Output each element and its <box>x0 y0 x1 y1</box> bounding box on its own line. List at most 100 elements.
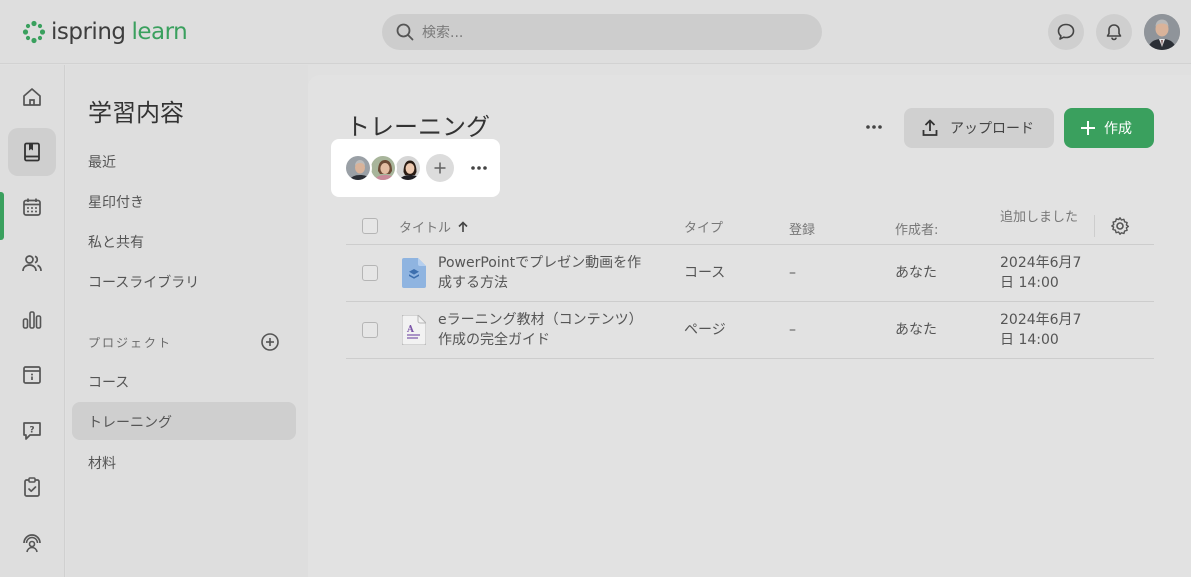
content-nav: 学習内容 最近 星印付き 私と共有 コースライブラリ プロジェクト コース トレ… <box>66 65 308 577</box>
upload-icon <box>922 119 938 136</box>
search-placeholder: 検索... <box>422 25 464 41</box>
page-icon: A <box>402 315 426 345</box>
rail-reports[interactable] <box>8 296 56 344</box>
svg-text:A: A <box>406 325 415 335</box>
chart-icon <box>22 311 42 329</box>
nav-item-materials[interactable]: 材料 <box>88 453 116 473</box>
svg-text:?: ? <box>29 426 34 436</box>
project-members-panel <box>331 139 500 197</box>
bell-icon <box>1106 24 1122 41</box>
logo-mark-icon <box>22 20 46 44</box>
course-icon <box>402 258 426 288</box>
row-added-line1: 2024年6月7 <box>1000 255 1082 271</box>
rail-learning-content[interactable] <box>8 128 56 176</box>
add-project-button[interactable] <box>260 332 280 352</box>
gear-icon <box>1111 217 1130 235</box>
row-checkbox[interactable] <box>362 265 378 281</box>
nav-item-starred[interactable]: 星印付き <box>88 192 144 212</box>
main-content: トレーニング アップロード 作成 タイトル タイプ 登録 作成者: 追加しました… <box>308 75 1191 577</box>
row-title-line1: PowerPointでプレゼン動画を作 <box>438 255 642 271</box>
table-row[interactable]: A eラーニング教材（コンテンツ） 作成の完全ガイド ページ – あなた 202… <box>346 302 1154 359</box>
book-icon <box>24 142 40 162</box>
row-added: 2024年6月7 日 14:00 <box>1000 310 1081 350</box>
column-enrolled[interactable]: 登録 <box>789 219 815 238</box>
row-title[interactable]: PowerPointでプレゼン動画を作 成する方法 <box>438 253 641 293</box>
user-photo-icon <box>1144 14 1180 50</box>
table-settings-button[interactable] <box>1110 216 1130 236</box>
chat-icon <box>1057 23 1075 40</box>
row-type: コース <box>684 265 726 281</box>
logo-text-ispring: ispring <box>51 19 126 45</box>
select-all-checkbox[interactable] <box>362 218 378 234</box>
column-author[interactable]: 作成者: <box>895 219 938 238</box>
page-more-button[interactable] <box>860 115 888 139</box>
app-logo[interactable]: ispring learn <box>22 18 188 46</box>
row-added: 2024年6月7 日 14:00 <box>1000 253 1081 293</box>
row-enrolled: – <box>789 322 796 338</box>
rail-calendar[interactable] <box>8 183 56 231</box>
nav-section-projects: プロジェクト <box>88 336 173 350</box>
top-header: ispring learn 検索... <box>0 0 1191 64</box>
member-avatar-3[interactable] <box>394 154 422 182</box>
nav-item-courses[interactable]: コース <box>88 372 129 392</box>
rail-active-indicator <box>0 192 4 240</box>
info-icon <box>23 366 41 384</box>
clipboard-icon <box>24 477 40 497</box>
row-type: ページ <box>684 322 726 338</box>
add-member-button[interactable] <box>426 154 454 182</box>
member-avatar-2[interactable] <box>369 154 397 182</box>
support-icon <box>23 534 41 553</box>
sort-ascending-icon <box>458 220 468 232</box>
user-avatar[interactable] <box>1144 14 1180 50</box>
chat-button[interactable] <box>1048 14 1084 50</box>
icon-rail: ? <box>0 65 65 577</box>
row-author: あなた <box>895 265 937 281</box>
member-photo-icon <box>346 156 370 180</box>
row-added-line2: 日 14:00 <box>1000 332 1059 348</box>
nav-item-recent[interactable]: 最近 <box>88 152 116 172</box>
notifications-button[interactable] <box>1096 14 1132 50</box>
row-author: あなた <box>895 322 937 338</box>
nav-item-course-library[interactable]: コースライブラリ <box>88 272 199 292</box>
column-type[interactable]: タイプ <box>684 217 723 236</box>
row-added-line1: 2024年6月7 <box>1000 312 1082 328</box>
upload-button[interactable]: アップロード <box>904 108 1054 148</box>
calendar-icon <box>23 198 41 216</box>
more-horizontal-icon <box>866 125 882 129</box>
logo-text-learn: learn <box>131 19 188 45</box>
member-avatar-1[interactable] <box>344 154 372 182</box>
search-input[interactable]: 検索... <box>382 14 822 50</box>
row-added-line2: 日 14:00 <box>1000 275 1059 291</box>
member-photo-icon <box>371 156 395 180</box>
rail-users[interactable] <box>8 239 56 287</box>
table-header: タイトル タイプ 登録 作成者: 追加しました <box>346 205 1154 245</box>
row-title-line2: 成する方法 <box>438 275 508 291</box>
rail-assignments[interactable] <box>8 463 56 511</box>
upload-button-label: アップロード <box>950 121 1034 137</box>
rail-support[interactable] <box>8 519 56 567</box>
member-photo-icon <box>396 156 420 180</box>
nav-item-shared[interactable]: 私と共有 <box>88 232 144 252</box>
row-title-line2: 作成の完全ガイド <box>438 332 550 348</box>
search-icon <box>396 23 414 41</box>
row-checkbox[interactable] <box>362 322 378 338</box>
rail-info[interactable] <box>8 351 56 399</box>
help-icon: ? <box>23 422 41 440</box>
nav-title: 学習内容 <box>88 99 184 127</box>
users-icon <box>22 255 42 272</box>
row-title-line1: eラーニング教材（コンテンツ） <box>438 312 643 328</box>
rail-help[interactable]: ? <box>8 407 56 455</box>
row-enrolled: – <box>789 265 796 281</box>
members-more-button[interactable] <box>466 154 492 182</box>
row-title[interactable]: eラーニング教材（コンテンツ） 作成の完全ガイド <box>438 310 643 350</box>
rail-home[interactable] <box>8 73 56 121</box>
more-horizontal-icon <box>471 166 487 170</box>
create-button[interactable]: 作成 <box>1064 108 1154 148</box>
table-row[interactable]: PowerPointでプレゼン動画を作 成する方法 コース – あなた 2024… <box>346 245 1154 302</box>
home-icon <box>23 88 41 106</box>
plus-icon <box>434 162 446 174</box>
column-added[interactable]: 追加しました <box>1000 207 1080 243</box>
nav-item-training[interactable]: トレーニング <box>88 412 172 432</box>
column-title-label: タイトル <box>399 221 452 236</box>
column-title[interactable]: タイトル <box>399 217 469 236</box>
